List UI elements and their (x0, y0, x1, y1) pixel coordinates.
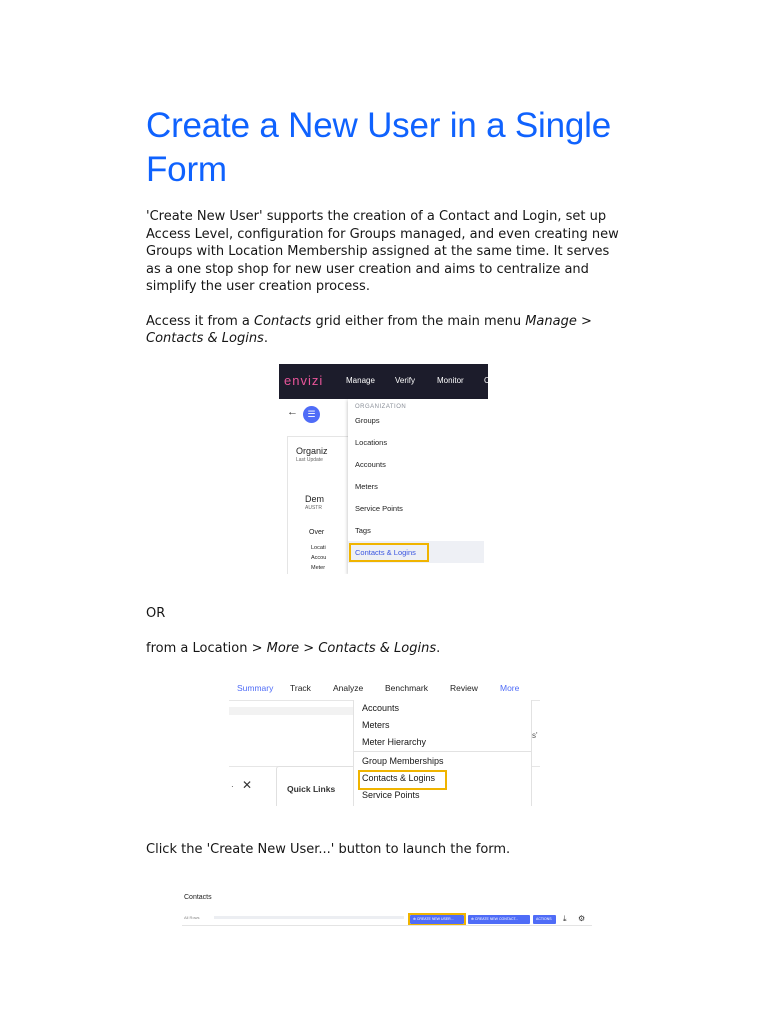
overview-label: Over (309, 529, 325, 536)
faint-columns (214, 916, 404, 919)
menu-item-accounts[interactable]: Accounts (355, 460, 386, 469)
rows-filter[interactable]: All Rows (184, 915, 200, 920)
side-locations: Locati (311, 545, 326, 551)
access-suffix: . (263, 331, 268, 346)
location-suffix: . (436, 641, 441, 656)
nav-more[interactable]: C (484, 376, 488, 385)
menu-item-meters[interactable]: Meters (355, 482, 378, 491)
screenshot-manage-menu: envizi Manage Verify Monitor C ← ☰ Organ… (279, 364, 488, 574)
actions-button[interactable]: ACTIONS (533, 915, 556, 924)
tab-review[interactable]: Review (450, 683, 478, 693)
side-meters: Meter (311, 565, 326, 571)
menu-item-accounts[interactable]: Accounts (362, 703, 399, 713)
click-instruction: Click the 'Create New User...' button to… (146, 842, 511, 857)
access-prefix: Access it from a (146, 313, 254, 329)
gray-bar (229, 707, 354, 715)
intro-paragraph: 'Create New User' supports the creation … (146, 209, 619, 294)
gear-icon[interactable]: ⚙ (578, 914, 585, 923)
create-new-contact-button[interactable]: ⊕ CREATE NEW CONTACT... (468, 915, 530, 924)
menu-item-locations[interactable]: Locations (355, 438, 387, 447)
toolbar-underline (182, 925, 592, 926)
menu-item-meter-hierarchy[interactable]: Meter Hierarchy (362, 737, 426, 747)
nav-verify[interactable]: Verify (395, 376, 415, 385)
tab-analyze[interactable]: Analyze (333, 683, 363, 693)
tab-summary[interactable]: Summary (237, 683, 273, 693)
top-nav-bar: envizi Manage Verify Monitor C (279, 364, 488, 399)
last-update: Last Update (296, 457, 323, 463)
access-middle: grid either from the main menu (311, 313, 526, 329)
contacts-title: Contacts (184, 894, 212, 901)
or-text: OR (146, 606, 166, 621)
tab-track[interactable]: Track (290, 683, 311, 693)
tab-benchmark[interactable]: Benchmark (385, 683, 428, 693)
highlight-box (358, 770, 447, 790)
demo-name: Dem (305, 494, 325, 504)
envizi-logo: envizi (284, 373, 324, 388)
org-heading: Organiz (296, 446, 328, 456)
menu-item-meters[interactable]: Meters (362, 720, 390, 730)
menu-item-service-points[interactable]: Service Points (362, 790, 420, 800)
menu-separator (354, 751, 531, 752)
side-accounts: Accou (311, 555, 327, 561)
page-title: Create a New User in a Single Form (146, 106, 611, 189)
location-path: More > Contacts & Logins (266, 641, 437, 656)
dropdown-heading: ORGANIZATION (355, 404, 407, 410)
highlight-box (349, 543, 429, 562)
country: AUSTR (305, 505, 322, 511)
back-arrow-icon[interactable]: ← (287, 406, 298, 418)
location-paragraph: from a Location > More > Contacts & Logi… (146, 640, 440, 658)
screenshot-contacts-toolbar: Contacts All Rows ⊕ CREATE NEW USER... ⊕… (182, 890, 592, 930)
article: Create a New User in a Single Form 'Crea… (146, 104, 624, 348)
contacts-term: Contacts (253, 313, 312, 329)
menu-item-group-memberships[interactable]: Group Memberships (362, 756, 444, 766)
access-paragraph: Access it from a Contacts grid either fr… (146, 313, 624, 348)
quick-links-label: Quick Links (287, 784, 336, 794)
more-dropdown: Accounts Meters Meter Hierarchy Group Me… (353, 700, 532, 806)
menu-item-tags[interactable]: Tags (355, 526, 371, 535)
truncated-dot: · (231, 782, 234, 791)
download-icon[interactable]: ⤓ (563, 914, 567, 924)
location-prefix: from a Location > (146, 641, 267, 656)
tab-more[interactable]: More (500, 683, 519, 693)
close-icon[interactable]: ✕ (242, 778, 252, 792)
nav-manage[interactable]: Manage (346, 376, 375, 385)
screenshot-more-menu: Summary Track Analyze Benchmark Review M… (229, 676, 540, 806)
truncated-text: s' (532, 731, 538, 740)
menu-item-groups[interactable]: Groups (355, 416, 380, 425)
nav-monitor[interactable]: Monitor (437, 376, 464, 385)
menu-icon[interactable]: ☰ (303, 406, 320, 423)
menu-item-service-points[interactable]: Service Points (355, 504, 403, 513)
